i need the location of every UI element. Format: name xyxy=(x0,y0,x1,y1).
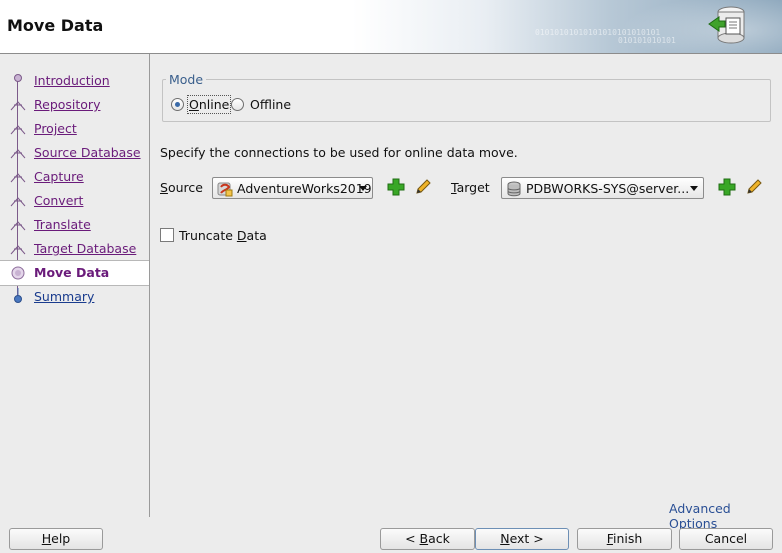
step-done-icon xyxy=(10,149,26,159)
wizard-steps-nav: Introduction Repository Project Source D… xyxy=(0,54,150,517)
target-connection-select[interactable]: PDBWORKS-SYS@server... xyxy=(501,177,704,199)
advanced-options-link[interactable]: Advanced Options xyxy=(669,501,782,531)
step-future-icon xyxy=(14,288,22,303)
nav-step-project[interactable]: Project xyxy=(0,117,149,141)
finish-button[interactable]: Finish xyxy=(577,528,672,550)
sqlserver-connection-icon xyxy=(217,182,233,197)
nav-step-translate[interactable]: Translate xyxy=(0,213,149,237)
edit-target-connection-icon[interactable] xyxy=(745,178,763,196)
step-done-icon xyxy=(10,125,26,135)
header-decoration xyxy=(600,0,782,53)
cancel-button[interactable]: Cancel xyxy=(679,528,773,550)
truncate-data-label[interactable]: Truncate Data xyxy=(179,228,267,243)
online-radio-label[interactable]: Online xyxy=(186,95,232,114)
step-current-icon xyxy=(11,266,25,280)
help-button[interactable]: Help xyxy=(9,528,103,550)
target-label: Target xyxy=(451,180,490,195)
add-target-connection-icon[interactable] xyxy=(718,178,736,196)
nav-step-capture[interactable]: Capture xyxy=(0,165,149,189)
step-done-icon xyxy=(14,74,22,82)
next-button[interactable]: Next > xyxy=(475,528,569,550)
add-source-connection-icon[interactable] xyxy=(387,178,405,196)
online-label-rest: nline xyxy=(198,97,230,112)
nav-step-label[interactable]: Source Database xyxy=(34,145,141,160)
nav-step-label[interactable]: Repository xyxy=(34,97,100,112)
instructions-text: Specify the connections to be used for o… xyxy=(160,145,518,160)
nav-step-repository[interactable]: Repository xyxy=(0,93,149,117)
chevron-down-icon xyxy=(690,186,698,191)
header-binary-text-2: 010101010101 xyxy=(618,36,676,45)
source-label: Source xyxy=(160,180,203,195)
step-done-icon xyxy=(10,197,26,207)
nav-step-label[interactable]: Summary xyxy=(34,289,94,304)
source-connection-value: AdventureWorks2019 xyxy=(237,181,372,196)
nav-step-summary[interactable]: Summary xyxy=(0,285,149,309)
offline-radio-label[interactable]: Offline xyxy=(250,97,291,112)
database-connection-icon xyxy=(507,181,521,197)
nav-step-label[interactable]: Introduction xyxy=(34,73,110,88)
wizard-header: Move Data 01010101010101010101010101 010… xyxy=(0,0,782,54)
database-migration-icon xyxy=(708,6,745,44)
chevron-down-icon xyxy=(359,186,367,191)
nav-step-source-database[interactable]: Source Database xyxy=(0,141,149,165)
page-title: Move Data xyxy=(7,16,104,35)
edit-source-connection-icon[interactable] xyxy=(414,178,432,196)
nav-step-introduction[interactable]: Introduction xyxy=(0,69,149,93)
step-done-icon xyxy=(10,173,26,183)
nav-step-label[interactable]: Move Data xyxy=(34,265,109,280)
nav-step-label[interactable]: Convert xyxy=(34,193,83,208)
step-done-icon xyxy=(10,221,26,231)
nav-step-label[interactable]: Project xyxy=(34,121,77,136)
offline-radio[interactable] xyxy=(231,98,244,111)
nav-step-label[interactable]: Translate xyxy=(34,217,91,232)
step-done-icon xyxy=(10,245,26,255)
back-button[interactable]: < Back xyxy=(380,528,475,550)
online-radio[interactable] xyxy=(171,98,184,111)
target-connection-value: PDBWORKS-SYS@server... xyxy=(526,181,690,196)
mode-legend: Mode xyxy=(166,72,207,87)
nav-step-move-data[interactable]: Move Data xyxy=(0,260,149,286)
step-done-icon xyxy=(10,101,26,111)
nav-step-label[interactable]: Target Database xyxy=(34,241,136,256)
nav-step-target-database[interactable]: Target Database xyxy=(0,237,149,261)
source-connection-select[interactable]: AdventureWorks2019 xyxy=(212,177,373,199)
nav-step-convert[interactable]: Convert xyxy=(0,189,149,213)
nav-step-label[interactable]: Capture xyxy=(34,169,84,184)
truncate-data-checkbox[interactable] xyxy=(160,228,174,242)
